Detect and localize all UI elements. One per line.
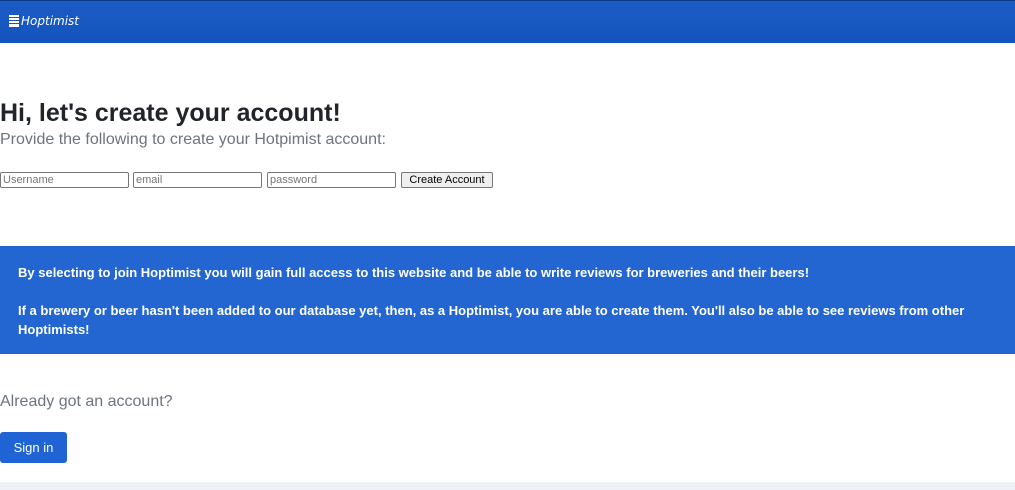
username-input[interactable] [0,172,129,188]
footer-strip [0,482,1015,490]
password-input[interactable] [267,172,396,188]
info-alert: By selecting to join Hoptimist you will … [0,246,1015,354]
email-input[interactable] [133,172,262,188]
sign-in-button[interactable]: Sign in [0,432,67,463]
navbar: Hoptimist [0,0,1015,43]
beer-glass-icon [9,15,19,27]
brand-name: Hoptimist [21,14,80,28]
page-title: Hi, let's create your account! [0,99,341,127]
create-account-button[interactable]: Create Account [401,172,493,188]
brand-link[interactable]: Hoptimist [8,14,79,28]
page-subtitle: Provide the following to create your Hot… [0,131,386,148]
info-alert-paragraph-create: If a brewery or beer hasn't been added t… [18,303,965,337]
signin-prompt: Already got an account? [0,393,173,410]
info-alert-paragraph-access: By selecting to join Hoptimist you will … [18,265,810,280]
